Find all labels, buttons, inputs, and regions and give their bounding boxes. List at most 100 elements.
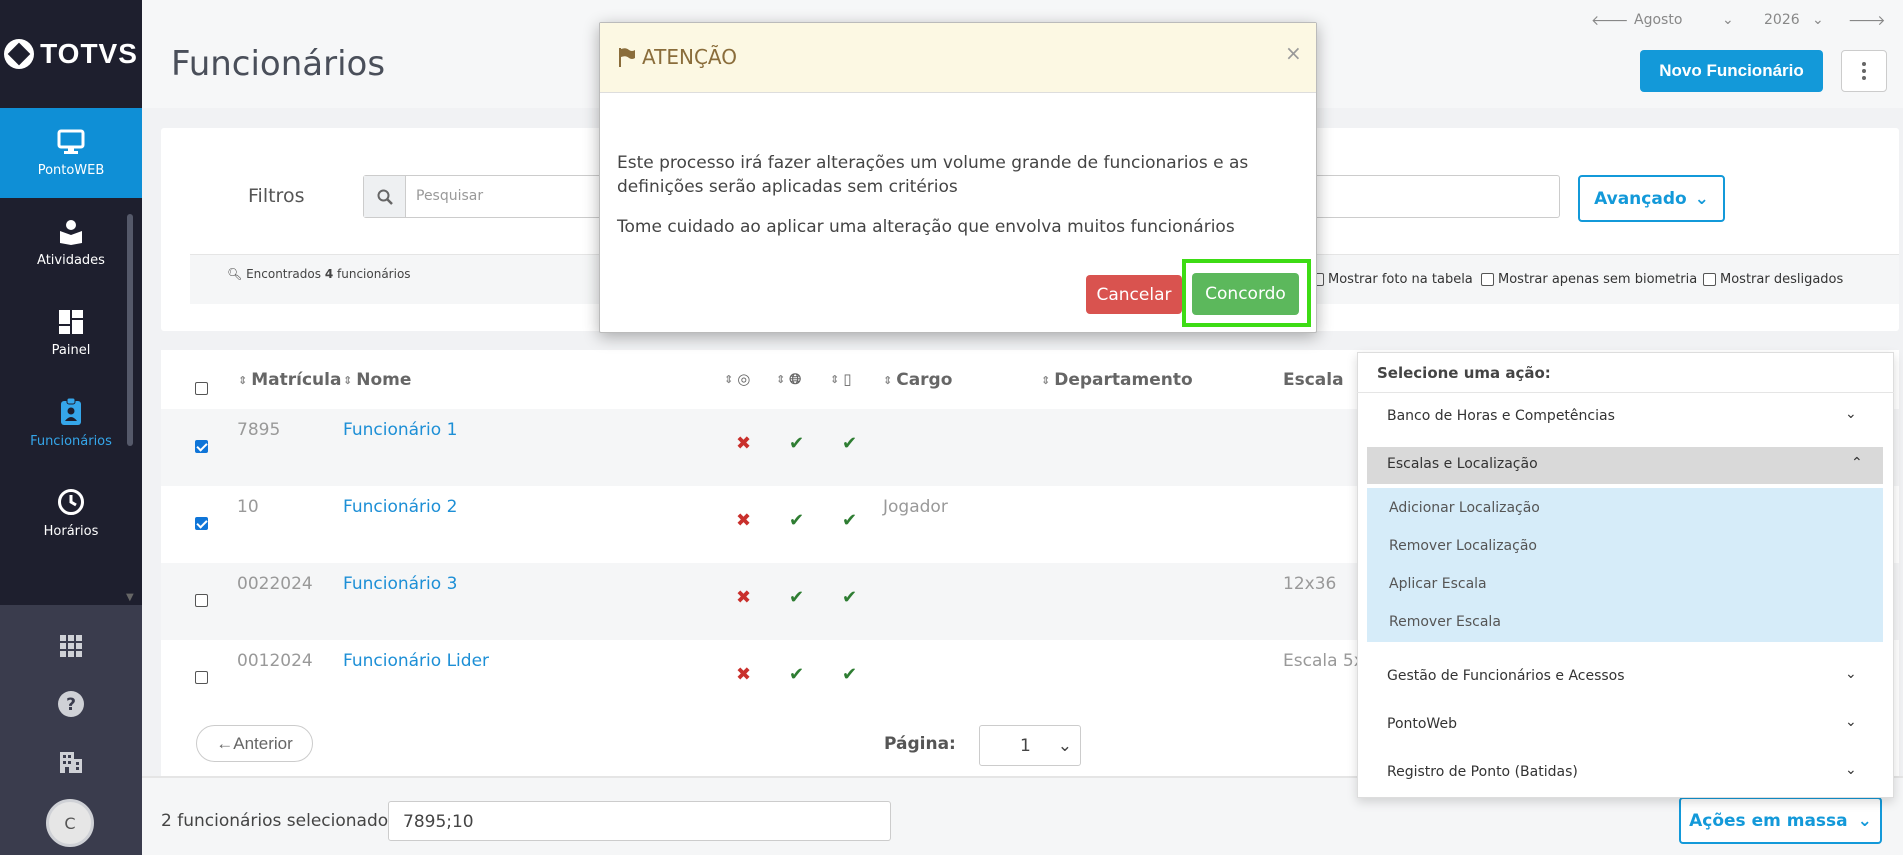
checkbox-label: Mostrar apenas sem biometria [1498, 272, 1698, 287]
sort-icon: ⇕ [343, 373, 353, 387]
row-checkbox[interactable] [195, 517, 208, 530]
action-remove-schedule[interactable]: Remover Escala [1389, 614, 1501, 630]
chevron-down-icon[interactable]: ⌄ [1845, 406, 1857, 422]
check-icon: ✔ [842, 664, 858, 685]
x-icon: ✖ [736, 510, 752, 531]
flag-icon [619, 48, 635, 67]
sidebar-item-label: Funcionários [30, 433, 112, 449]
check-icon: ✔ [789, 587, 805, 608]
only-no-biometry-checkbox[interactable]: Mostrar apenas sem biometria [1481, 272, 1697, 287]
mass-actions-label: Ações em massa [1689, 810, 1848, 831]
new-employee-button[interactable]: Novo Funcionário [1640, 50, 1823, 92]
chevron-down-icon[interactable]: ⌄ [1845, 714, 1857, 730]
chevron-down-icon[interactable]: ⌄ [1845, 666, 1857, 682]
sidebar-item-pontoweb[interactable]: PontoWEB [0, 108, 142, 198]
show-photo-checkbox[interactable]: Mostrar foto na tabela [1311, 272, 1473, 287]
action-remove-location[interactable]: Remover Localização [1389, 538, 1537, 554]
sidebar-item-label: Atividades [37, 252, 105, 268]
more-options-button[interactable] [1841, 50, 1887, 92]
avatar[interactable]: C [46, 799, 94, 847]
sidebar-scrollbar[interactable] [127, 214, 133, 446]
row-name-link[interactable]: Funcionário 3 [343, 574, 457, 594]
col-header-departamento[interactable]: ⇕ Departamento [1041, 370, 1193, 390]
action-apply-schedule[interactable]: Aplicar Escala [1389, 576, 1487, 592]
sidebar-item-funcionarios[interactable]: Funcionários [0, 378, 142, 468]
col-header-cargo[interactable]: ⇕ Cargo [883, 370, 952, 390]
chevron-down-icon: ⌄ [1694, 188, 1709, 209]
help-icon[interactable]: ? [57, 690, 85, 718]
totvs-logo[interactable]: TOTVS [0, 0, 142, 108]
month-select[interactable]: Agosto [1634, 12, 1682, 28]
page-select[interactable]: 1 ⌄ [979, 725, 1081, 766]
col-label: Departamento [1054, 370, 1193, 390]
divider [1357, 392, 1894, 393]
apps-grid-icon[interactable] [57, 632, 85, 660]
checkbox-label: Mostrar desligados [1720, 272, 1844, 287]
kebab-dot-icon [1862, 62, 1866, 66]
modal-title: ATENÇÃO [618, 45, 737, 69]
attention-modal: ATENÇÃO × Este processo irá fazer altera… [599, 22, 1317, 333]
check-icon: ✔ [789, 433, 805, 454]
sidebar-item-horarios[interactable]: Horários [0, 468, 142, 558]
col-header-web[interactable]: ⇕ 🌐︎ [776, 370, 801, 388]
agree-button[interactable]: Concordo [1192, 273, 1299, 315]
sidebar: TOTVS PontoWEB Atividades Painel Funcion… [0, 0, 142, 855]
sidebar-item-painel[interactable]: Painel [0, 288, 142, 378]
year-chevron-down-icon[interactable]: ⌄ [1812, 12, 1824, 28]
action-group-escalas[interactable]: Escalas e Localização [1387, 456, 1538, 472]
selected-count-text: 2 funcionários selecionados [161, 811, 397, 831]
col-header-matricula[interactable]: ⇕ Matrícula [238, 370, 341, 390]
sidebar-item-atividades[interactable]: Atividades [0, 198, 142, 288]
scroll-down-icon[interactable]: ▼ [126, 592, 134, 603]
col-header-nome[interactable]: ⇕ Nome [343, 370, 411, 390]
building-icon[interactable] [57, 748, 85, 776]
previous-page-button[interactable]: ←Anterior [196, 725, 313, 762]
row-name-link[interactable]: Funcionário 2 [343, 497, 457, 517]
col-header-escala[interactable]: Escala [1283, 370, 1344, 390]
advanced-filter-button[interactable]: Avançado ⌄ [1578, 175, 1725, 222]
action-group-gestao[interactable]: Gestão de Funcionários e Acessos [1387, 668, 1625, 684]
x-icon: ✖ [736, 587, 752, 608]
action-group-pontoweb[interactable]: PontoWeb [1387, 716, 1457, 732]
row-name-link[interactable]: Funcionário 1 [343, 420, 457, 440]
checkbox-label: Mostrar foto na tabela [1328, 272, 1473, 287]
checkbox[interactable] [1703, 273, 1716, 286]
sort-icon: ⇕ [1041, 373, 1051, 387]
next-month-arrow-icon[interactable]: 🡒 [1848, 12, 1886, 29]
page-title: Funcionários [171, 44, 386, 84]
show-dismissed-checkbox[interactable]: Mostrar desligados [1703, 272, 1843, 287]
search-icon [364, 176, 406, 217]
action-group-banco-de-horas[interactable]: Banco de Horas e Competências [1387, 408, 1615, 424]
mass-actions-button[interactable]: Ações em massa ⌄ [1679, 797, 1882, 844]
check-icon: ✔ [842, 587, 858, 608]
chevron-down-icon: ⌄ [1057, 735, 1072, 756]
selected-ids-input[interactable]: 7895;10 [388, 801, 891, 841]
found-prefix: Encontrados [246, 267, 321, 281]
select-all-checkbox[interactable] [195, 382, 208, 395]
row-checkbox[interactable] [195, 594, 208, 607]
month-chevron-down-icon[interactable]: ⌄ [1722, 12, 1734, 28]
row-checkbox[interactable] [195, 440, 208, 453]
cancel-button[interactable]: Cancelar [1086, 275, 1182, 314]
checkbox[interactable] [1481, 273, 1494, 286]
logo-text: TOTVS [40, 38, 138, 69]
close-icon[interactable]: × [1285, 41, 1302, 65]
col-header-mobile[interactable]: ⇕ ▯ [830, 370, 851, 388]
row-name-link[interactable]: Funcionário Lider [343, 651, 489, 671]
row-matricula: 7895 [237, 420, 281, 440]
prev-month-arrow-icon[interactable]: 🡐 [1591, 12, 1629, 29]
chevron-up-icon[interactable]: ⌃ [1851, 455, 1863, 471]
year-select[interactable]: 2026 [1764, 12, 1800, 28]
check-icon: ✔ [789, 664, 805, 685]
col-label: Matrícula [251, 370, 342, 390]
action-add-location[interactable]: Adicionar Localização [1389, 500, 1540, 516]
chevron-down-icon[interactable]: ⌄ [1845, 762, 1857, 778]
check-icon: ✔ [842, 433, 858, 454]
col-header-biometry[interactable]: ⇕ ◎ [724, 370, 750, 388]
modal-body: Este processo irá fazer alterações um vo… [617, 151, 1307, 239]
globe-icon: 🌐︎ [789, 370, 802, 388]
action-group-registro-ponto[interactable]: Registro de Ponto (Batidas) [1387, 764, 1578, 780]
row-checkbox[interactable] [195, 671, 208, 684]
row-cargo: Jogador [883, 497, 948, 517]
modal-message-2: Tome cuidado ao aplicar uma alteração qu… [617, 217, 1235, 237]
